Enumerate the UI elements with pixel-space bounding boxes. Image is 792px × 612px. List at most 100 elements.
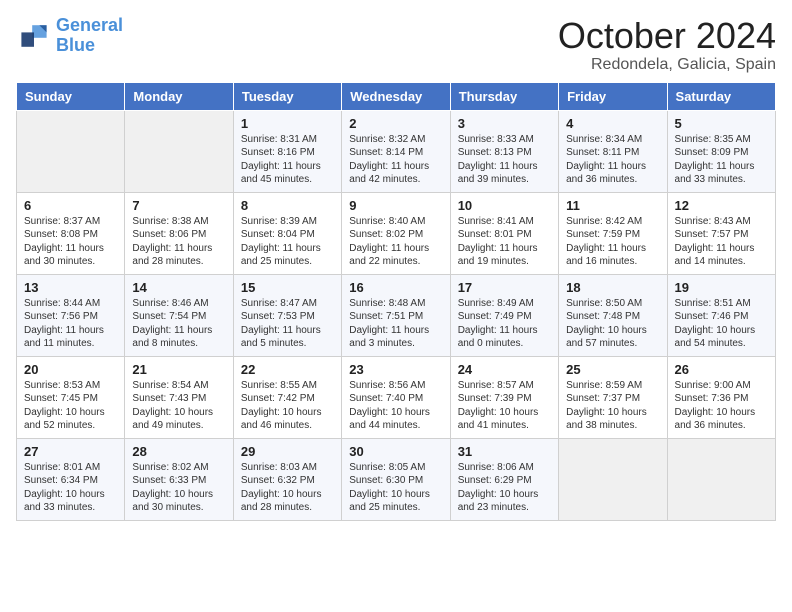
cell-info: Sunrise: 8:38 AM Sunset: 8:06 PM Dayligh… (132, 215, 225, 269)
day-number: 17 (458, 280, 551, 295)
month-title: October 2024 (558, 16, 776, 56)
calendar-cell: 22 Sunrise: 8:55 AM Sunset: 7:42 PM Dayli… (233, 356, 341, 438)
cell-info: Sunrise: 8:35 AM Sunset: 8:09 PM Dayligh… (675, 133, 768, 187)
cell-info: Sunrise: 8:44 AM Sunset: 7:56 PM Dayligh… (24, 297, 117, 351)
calendar-cell: 13 Sunrise: 8:44 AM Sunset: 7:56 PM Dayli… (17, 274, 125, 356)
cell-info: Sunrise: 8:48 AM Sunset: 7:51 PM Dayligh… (349, 297, 442, 351)
cell-info: Sunrise: 8:02 AM Sunset: 6:33 PM Dayligh… (132, 461, 225, 515)
day-number: 18 (566, 280, 659, 295)
calendar-cell: 6 Sunrise: 8:37 AM Sunset: 8:08 PM Daylig… (17, 192, 125, 274)
cell-info: Sunrise: 8:54 AM Sunset: 7:43 PM Dayligh… (132, 379, 225, 433)
day-number: 10 (458, 198, 551, 213)
calendar-cell: 30Sunrise: 8:05 AM Sunset: 6:30 PM Dayli… (342, 438, 450, 520)
calendar-cell: 21Sunrise: 8:54 AM Sunset: 7:43 PM Dayli… (125, 356, 233, 438)
cell-info: Sunrise: 8:49 AM Sunset: 7:49 PM Dayligh… (458, 297, 551, 351)
calendar-cell: 9 Sunrise: 8:40 AM Sunset: 8:02 PM Daylig… (342, 192, 450, 274)
day-number: 4 (566, 116, 659, 131)
calendar-cell: 5 Sunrise: 8:35 AM Sunset: 8:09 PM Daylig… (667, 110, 775, 192)
logo: General Blue (16, 16, 123, 56)
calendar-cell (125, 110, 233, 192)
day-number: 20 (24, 362, 117, 377)
day-number: 19 (675, 280, 768, 295)
calendar-table: SundayMondayTuesdayWednesdayThursdayFrid… (16, 82, 776, 521)
calendar-cell: 28 Sunrise: 8:02 AM Sunset: 6:33 PM Dayli… (125, 438, 233, 520)
cell-info: Sunrise: 8:50 AM Sunset: 7:48 PM Dayligh… (566, 297, 659, 351)
calendar-cell: 4 Sunrise: 8:34 AM Sunset: 8:11 PM Daylig… (559, 110, 667, 192)
day-number: 6 (24, 198, 117, 213)
page-header: General Blue October 2024 Redondela, Gal… (16, 16, 776, 74)
column-header-sunday: Sunday (17, 82, 125, 110)
calendar-cell: 19 Sunrise: 8:51 AM Sunset: 7:46 PM Dayli… (667, 274, 775, 356)
logo-text: General Blue (56, 16, 123, 56)
calendar-cell: 16 Sunrise: 8:48 AM Sunset: 7:51 PM Dayli… (342, 274, 450, 356)
cell-info: Sunrise: 8:34 AM Sunset: 8:11 PM Dayligh… (566, 133, 659, 187)
column-header-wednesday: Wednesday (342, 82, 450, 110)
calendar-cell: 8 Sunrise: 8:39 AM Sunset: 8:04 PM Daylig… (233, 192, 341, 274)
cell-info: Sunrise: 8:40 AM Sunset: 8:02 PM Dayligh… (349, 215, 442, 269)
cell-info: Sunrise: 8:39 AM Sunset: 8:04 PM Dayligh… (241, 215, 334, 269)
day-number: 3 (458, 116, 551, 131)
calendar-cell (17, 110, 125, 192)
cell-info: Sunrise: 8:41 AM Sunset: 8:01 PM Dayligh… (458, 215, 551, 269)
day-number: 8 (241, 198, 334, 213)
day-number: 13 (24, 280, 117, 295)
day-number: 29 (241, 444, 334, 459)
cell-info: Sunrise: 8:56 AM Sunset: 7:40 PM Dayligh… (349, 379, 442, 433)
day-number: 23 (349, 362, 442, 377)
cell-info: Sunrise: 8:46 AM Sunset: 7:54 PM Dayligh… (132, 297, 225, 351)
day-number: 9 (349, 198, 442, 213)
calendar-cell: 20 Sunrise: 8:53 AM Sunset: 7:45 PM Dayli… (17, 356, 125, 438)
day-number: 5 (675, 116, 768, 131)
column-header-saturday: Saturday (667, 82, 775, 110)
week-row-2: 6 Sunrise: 8:37 AM Sunset: 8:08 PM Daylig… (17, 192, 776, 274)
week-row-4: 20 Sunrise: 8:53 AM Sunset: 7:45 PM Dayli… (17, 356, 776, 438)
column-header-friday: Friday (559, 82, 667, 110)
cell-info: Sunrise: 8:37 AM Sunset: 8:08 PM Dayligh… (24, 215, 117, 269)
column-header-monday: Monday (125, 82, 233, 110)
cell-info: Sunrise: 8:01 AM Sunset: 6:34 PM Dayligh… (24, 461, 117, 515)
day-number: 1 (241, 116, 334, 131)
cell-info: Sunrise: 8:03 AM Sunset: 6:32 PM Dayligh… (241, 461, 334, 515)
day-number: 22 (241, 362, 334, 377)
day-number: 14 (132, 280, 225, 295)
cell-info: Sunrise: 8:55 AM Sunset: 7:42 PM Dayligh… (241, 379, 334, 433)
calendar-cell: 15 Sunrise: 8:47 AM Sunset: 7:53 PM Dayli… (233, 274, 341, 356)
column-header-tuesday: Tuesday (233, 82, 341, 110)
day-number: 7 (132, 198, 225, 213)
cell-info: Sunrise: 8:47 AM Sunset: 7:53 PM Dayligh… (241, 297, 334, 351)
day-number: 12 (675, 198, 768, 213)
title-block: October 2024 Redondela, Galicia, Spain (558, 16, 776, 74)
day-number: 28 (132, 444, 225, 459)
day-number: 24 (458, 362, 551, 377)
cell-info: Sunrise: 9:00 AM Sunset: 7:36 PM Dayligh… (675, 379, 768, 433)
calendar-cell: 12 Sunrise: 8:43 AM Sunset: 7:57 PM Dayli… (667, 192, 775, 274)
week-row-1: 1 Sunrise: 8:31 AM Sunset: 8:16 PM Daylig… (17, 110, 776, 192)
calendar-cell (559, 438, 667, 520)
cell-info: Sunrise: 8:59 AM Sunset: 7:37 PM Dayligh… (566, 379, 659, 433)
cell-info: Sunrise: 8:43 AM Sunset: 7:57 PM Dayligh… (675, 215, 768, 269)
calendar-cell: 7 Sunrise: 8:38 AM Sunset: 8:06 PM Daylig… (125, 192, 233, 274)
week-row-3: 13 Sunrise: 8:44 AM Sunset: 7:56 PM Dayli… (17, 274, 776, 356)
day-number: 15 (241, 280, 334, 295)
calendar-cell: 1 Sunrise: 8:31 AM Sunset: 8:16 PM Daylig… (233, 110, 341, 192)
cell-info: Sunrise: 8:51 AM Sunset: 7:46 PM Dayligh… (675, 297, 768, 351)
calendar-cell: 23 Sunrise: 8:56 AM Sunset: 7:40 PM Dayli… (342, 356, 450, 438)
calendar-cell: 18 Sunrise: 8:50 AM Sunset: 7:48 PM Dayli… (559, 274, 667, 356)
calendar-cell: 17 Sunrise: 8:49 AM Sunset: 7:49 PM Dayli… (450, 274, 558, 356)
calendar-body: 1 Sunrise: 8:31 AM Sunset: 8:16 PM Daylig… (17, 110, 776, 520)
calendar-cell: 25Sunrise: 8:59 AM Sunset: 7:37 PM Dayli… (559, 356, 667, 438)
cell-info: Sunrise: 8:33 AM Sunset: 8:13 PM Dayligh… (458, 133, 551, 187)
cell-info: Sunrise: 8:53 AM Sunset: 7:45 PM Dayligh… (24, 379, 117, 433)
calendar-cell (667, 438, 775, 520)
cell-info: Sunrise: 8:31 AM Sunset: 8:16 PM Dayligh… (241, 133, 334, 187)
calendar-cell: 24Sunrise: 8:57 AM Sunset: 7:39 PM Dayli… (450, 356, 558, 438)
cell-info: Sunrise: 8:32 AM Sunset: 8:14 PM Dayligh… (349, 133, 442, 187)
logo-icon (16, 18, 52, 54)
day-number: 31 (458, 444, 551, 459)
cell-info: Sunrise: 8:42 AM Sunset: 7:59 PM Dayligh… (566, 215, 659, 269)
calendar-cell: 31Sunrise: 8:06 AM Sunset: 6:29 PM Dayli… (450, 438, 558, 520)
calendar-cell: 11Sunrise: 8:42 AM Sunset: 7:59 PM Dayli… (559, 192, 667, 274)
calendar-cell: 26Sunrise: 9:00 AM Sunset: 7:36 PM Dayli… (667, 356, 775, 438)
day-number: 16 (349, 280, 442, 295)
day-number: 30 (349, 444, 442, 459)
